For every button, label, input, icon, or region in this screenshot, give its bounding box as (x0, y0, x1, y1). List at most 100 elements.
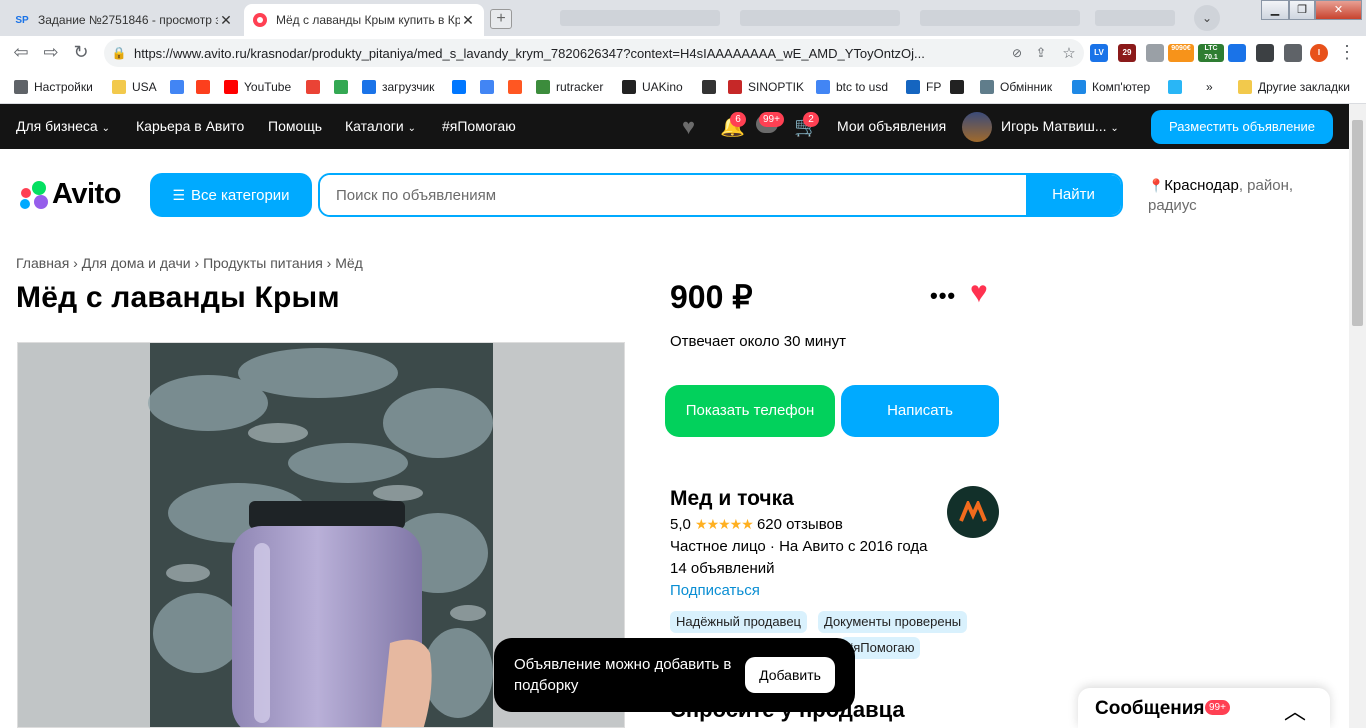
bookmark-item[interactable] (480, 78, 500, 96)
find-button[interactable]: Найти (1026, 175, 1121, 215)
extension-icon[interactable]: LV (1090, 44, 1108, 62)
my-ads-link[interactable]: Мои объявления (837, 118, 946, 134)
bookmarks-overflow-button[interactable]: » (1206, 78, 1213, 96)
new-tab-button[interactable]: + (490, 9, 512, 29)
bookmark-label: UAKino (642, 80, 683, 94)
bookmark-item[interactable] (702, 78, 722, 96)
show-phone-button[interactable]: Показать телефон (665, 385, 835, 437)
seller-rating[interactable]: 5,0 ★★★★★ 620 отзывов (670, 516, 843, 533)
header-link-ihelp[interactable]: #яПомогаю (442, 118, 516, 134)
categories-label: Все категории (191, 186, 290, 204)
header-link-business[interactable]: Для бизнеса ⌄ (16, 118, 110, 134)
bookmark-item[interactable]: FP (906, 78, 941, 96)
background-tab[interactable] (740, 10, 900, 26)
maximize-button[interactable]: ❐ (1289, 0, 1315, 20)
seller-ads-count[interactable]: 14 объявлений (670, 560, 775, 577)
background-tab[interactable] (920, 10, 1080, 26)
breadcrumb-item[interactable]: Для дома и дачи (82, 255, 191, 271)
favorite-heart-icon[interactable]: ♥ (970, 276, 988, 310)
close-icon[interactable]: ✕ (460, 12, 476, 29)
bookmark-icon (702, 80, 716, 94)
close-icon[interactable]: ✕ (218, 12, 234, 29)
url-text[interactable]: https://www.avito.ru/krasnodar/produkty_… (134, 46, 1006, 61)
header-link-help[interactable]: Помощь (268, 118, 322, 134)
more-options-icon[interactable]: ••• (930, 283, 956, 309)
scrollbar-thumb[interactable] (1352, 120, 1363, 326)
search-input[interactable] (320, 175, 1030, 215)
address-bar[interactable]: 🔒 https://www.avito.ru/krasnodar/produkt… (104, 39, 1084, 67)
bookmark-item[interactable] (508, 78, 528, 96)
camera-blocked-icon[interactable]: ⊘ (1006, 46, 1028, 60)
browser-menu-icon[interactable]: ⋮ (1336, 42, 1358, 63)
bookmark-item[interactable]: Настройки (14, 78, 93, 96)
bookmark-item[interactable] (950, 78, 970, 96)
bookmark-item[interactable] (196, 78, 216, 96)
extension-icon[interactable] (1228, 44, 1246, 62)
seller-avatar[interactable] (947, 486, 999, 538)
bookmark-item[interactable] (170, 78, 190, 96)
chevron-up-icon[interactable]: ︿ (1284, 694, 1306, 726)
bookmark-item[interactable] (306, 78, 326, 96)
response-time: Отвечает около 30 минут (670, 333, 846, 350)
seller-name[interactable]: Мед и точка (670, 487, 794, 511)
back-icon[interactable]: ⇦ (10, 42, 32, 63)
other-bookmarks[interactable]: Другие закладки (1238, 78, 1350, 96)
all-categories-button[interactable]: ☰ Все категории (150, 173, 312, 217)
extension-icon[interactable]: I (1310, 44, 1328, 62)
add-to-collection-button[interactable]: Добавить (745, 657, 835, 693)
header-link-catalogs[interactable]: Каталоги ⌄ (345, 118, 416, 134)
tab-avito[interactable]: Мёд с лаванды Крым купить в Кр ✕ (244, 4, 484, 36)
write-message-button[interactable]: Написать (841, 385, 999, 437)
close-window-button[interactable]: ✕ (1315, 0, 1362, 20)
bookmark-item[interactable]: btc to usd (816, 78, 888, 96)
breadcrumb-item[interactable]: Главная (16, 255, 69, 271)
share-icon[interactable]: ⇪ (1028, 45, 1054, 61)
bookmark-item[interactable]: rutracker (536, 78, 603, 96)
tab-task[interactable]: SP Задание №2751846 - просмотр з ✕ (6, 4, 242, 36)
bookmark-item[interactable] (1168, 78, 1188, 96)
breadcrumb-item[interactable]: Мёд (335, 255, 363, 271)
avito-logo[interactable]: Avito (16, 178, 121, 211)
bookmark-item[interactable]: YouTube (224, 78, 291, 96)
avatar[interactable] (962, 112, 992, 142)
bookmark-item[interactable] (334, 78, 354, 96)
breadcrumb-item[interactable]: Продукты питания (203, 255, 323, 271)
bookmark-item[interactable]: UAKino (622, 78, 683, 96)
lock-icon[interactable]: 🔒 (104, 46, 134, 60)
extension-icon[interactable] (1256, 44, 1274, 62)
background-tab[interactable] (1095, 10, 1175, 26)
messages-widget[interactable]: Сообщения 99+ ︿ (1078, 688, 1330, 728)
forward-icon[interactable]: ⇨ (40, 42, 62, 63)
header-link-career[interactable]: Карьера в Авито (136, 118, 244, 134)
minimize-button[interactable]: ▁ (1261, 0, 1289, 20)
reviews-count: 620 отзывов (756, 516, 843, 533)
bookmark-star-icon[interactable]: ☆ (1054, 44, 1084, 62)
location-selector[interactable]: 📍Краснодар, район, радиус (1148, 176, 1328, 216)
bookmark-item[interactable]: SINOPTIK (728, 78, 804, 96)
extension-icon[interactable]: 29 (1118, 44, 1136, 62)
bookmark-item[interactable]: Обмінник (980, 78, 1052, 96)
post-ad-button[interactable]: Разместить объявление (1151, 110, 1333, 144)
vk-icon (452, 80, 466, 94)
user-menu[interactable]: Игорь Матвиш... ⌄ (1001, 118, 1119, 134)
tab-search-icon[interactable]: ⌄ (1194, 5, 1220, 31)
bookmark-item[interactable]: Комп'ютер (1072, 78, 1150, 96)
bookmark-item[interactable]: USA (112, 78, 157, 96)
heart-icon[interactable]: ♥ (682, 114, 695, 140)
subscribe-link[interactable]: Подписаться (670, 582, 760, 599)
extension-icon[interactable] (1284, 44, 1302, 62)
background-tab[interactable] (560, 10, 720, 26)
extension-icon[interactable] (1146, 44, 1164, 62)
reload-icon[interactable]: ↻ (70, 42, 92, 63)
bookmark-label: SINOPTIK (748, 80, 805, 94)
bookmark-item[interactable]: загрузчик (362, 78, 434, 96)
uakino-icon (622, 80, 636, 94)
extension-icon[interactable]: LTC 70.1 (1198, 44, 1224, 62)
gmail-icon (306, 80, 320, 94)
folder-icon (112, 80, 126, 94)
page-scrollbar[interactable] (1349, 104, 1366, 728)
bookmark-label: Обмінник (1000, 80, 1053, 94)
extension-icon[interactable]: 9090€ (1168, 44, 1194, 62)
avito-logo-dots-icon (20, 180, 48, 209)
bookmark-item[interactable] (452, 78, 472, 96)
